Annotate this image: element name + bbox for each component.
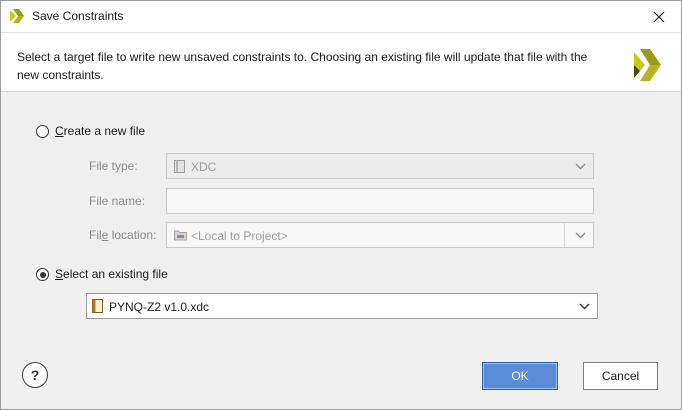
close-button[interactable] — [637, 1, 681, 32]
close-icon — [653, 11, 665, 22]
file-name-label: File name: — [89, 194, 146, 208]
existing-file-value: PYNQ-Z2 v1.0.xdc — [109, 300, 210, 314]
select-existing-file-radio[interactable] — [36, 268, 49, 281]
title-bar: Save Constraints — [1, 1, 681, 33]
file-type-label: File type: — [89, 159, 138, 173]
xdc-file-icon — [92, 299, 103, 313]
folder-icon — [174, 230, 187, 241]
cancel-button[interactable]: Cancel — [583, 362, 658, 390]
file-location-value: <Local to Project> — [191, 229, 288, 243]
vivado-logo-icon — [634, 49, 661, 81]
help-button[interactable]: ? — [22, 362, 48, 388]
file-type-value: XDC — [191, 160, 217, 174]
ok-button[interactable]: OK — [482, 362, 558, 390]
dialog-header: Select a target file to write new unsave… — [1, 33, 681, 92]
create-new-file-label[interactable]: Create a new file — [55, 124, 145, 138]
chevron-down-icon — [575, 163, 586, 170]
create-new-file-radio[interactable] — [36, 125, 49, 138]
file-type-select[interactable]: XDC — [166, 153, 594, 179]
vivado-logo-icon — [10, 9, 24, 23]
help-icon: ? — [30, 367, 40, 383]
file-location-select[interactable]: <Local to Project> — [166, 222, 594, 248]
save-constraints-dialog: Save Constraints Select a target file to… — [0, 0, 682, 410]
file-location-label: File location: — [89, 228, 157, 242]
select-existing-file-label[interactable]: Select an existing file — [55, 267, 168, 281]
header-message: Select a target file to write new unsave… — [17, 50, 588, 82]
chevron-down-icon — [579, 303, 590, 310]
existing-file-select[interactable]: PYNQ-Z2 v1.0.xdc — [86, 293, 598, 319]
chevron-down-icon — [575, 232, 586, 239]
window-title: Save Constraints — [32, 9, 124, 23]
file-name-input[interactable] — [166, 188, 594, 214]
file-icon — [174, 160, 185, 173]
